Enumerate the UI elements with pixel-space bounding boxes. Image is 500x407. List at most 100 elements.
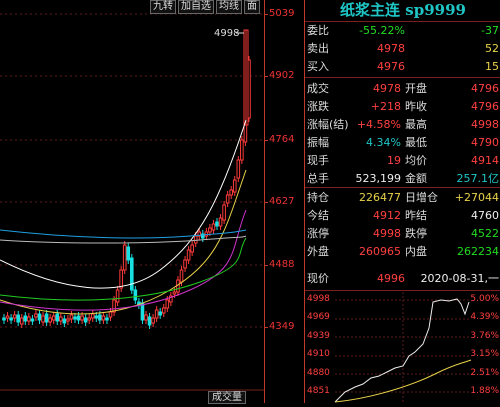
quote-value: +218 (370, 100, 401, 113)
candle (87, 317, 92, 321)
moving-average-line (0, 235, 247, 244)
candle (90, 313, 95, 319)
quote-label: 卖出 (307, 42, 329, 55)
candle (98, 314, 102, 321)
quote-value: 257.1亿 (456, 172, 500, 185)
mini-price-label: 4851 (307, 386, 330, 396)
quote-row: 今结 4912 昨结 4760 (305, 207, 500, 225)
candle (73, 316, 77, 320)
candle (154, 309, 159, 319)
quote-value: 4796 (471, 100, 499, 113)
quote-label: 昨结 (405, 209, 427, 222)
candle (5, 315, 10, 319)
y-tick-label: 5039 (269, 8, 295, 19)
quote-label: 涨停 (307, 227, 329, 240)
candle (48, 317, 52, 323)
quote-value: 226477 (359, 191, 401, 204)
mini-percent-label: 2.51% (470, 368, 499, 378)
add-watchlist-button[interactable]: 加自选 (178, 0, 214, 14)
mini-percent-label: 4.39% (470, 312, 499, 322)
quote-row: 涨停 4998 跌停 4522 (305, 225, 500, 243)
mini-price-label: 4998 (307, 294, 330, 304)
ma-button[interactable]: 均线 (216, 0, 242, 14)
candle (147, 316, 152, 326)
quote-value: 4978 (373, 82, 401, 95)
candle (144, 314, 148, 321)
candle (27, 316, 31, 322)
mini-price-label: 4969 (307, 312, 330, 322)
candle (190, 244, 194, 253)
quote-row: 涨幅(结) +4.58% 最高 4998 (305, 116, 500, 134)
candle (126, 246, 131, 261)
quote-label: 持仓 (307, 191, 329, 204)
candle (30, 318, 35, 322)
candle (19, 317, 24, 325)
quote-label: 内盘 (405, 245, 427, 258)
quote-date: 2020-08-31,一 (420, 272, 499, 285)
candle (55, 313, 60, 322)
candle (115, 289, 120, 303)
candle (59, 316, 63, 322)
quote-label: 委比 (307, 24, 329, 37)
quote-value: 4522 (471, 227, 499, 240)
quote-label: 最高 (405, 118, 427, 131)
candle (232, 179, 237, 193)
candle (165, 299, 170, 309)
candle (76, 315, 81, 321)
volume-label[interactable]: 成交量 (208, 391, 246, 404)
quote-value: 262234 (457, 245, 499, 258)
mini-price-label: 4939 (307, 331, 330, 341)
quote-row: 振幅 4.34% 最低 4790 (305, 134, 500, 152)
mini-percent-label: 5.00% (470, 294, 499, 304)
candle (9, 317, 13, 321)
quote-label: 跌停 (405, 227, 427, 240)
jiuzhuan-button[interactable]: 九转 (150, 0, 176, 14)
quote-value: 4998 (373, 227, 401, 240)
quote-value: 4976 (377, 60, 405, 73)
price-axis: 5039 4902 4764 4627 4488 4349 (264, 0, 305, 403)
candle (158, 311, 162, 316)
candle (222, 204, 226, 221)
candle (101, 315, 106, 321)
quote-row: 涨跌 +218 昨收 4796 (305, 98, 500, 116)
quote-row: 外盘 260965 内盘 262234 (305, 243, 500, 261)
candle (119, 269, 123, 289)
candle (44, 313, 49, 323)
quote-label: 今结 (307, 209, 329, 222)
quote-value: 4978 (377, 42, 405, 55)
candle (94, 315, 99, 319)
quote-panel: 纸浆主连 sp9999 委比 -55.22% -37 卖出 4978 52 买入 4976 15… (304, 0, 500, 403)
quote-value: 4796 (471, 82, 499, 95)
quote-value: 260965 (359, 245, 401, 258)
candle (225, 194, 230, 204)
candle (229, 189, 233, 196)
quote-label: 开盘 (405, 82, 427, 95)
quote-label: 日增仓 (405, 191, 438, 204)
candle (12, 314, 17, 319)
quote-value: 4.34% (366, 136, 401, 149)
intraday-mini-chart[interactable]: 4998 4969 4939 4910 4880 4851 5.00% 4.39% 3.76% 3… (305, 292, 500, 403)
kline-chart[interactable]: 4998 (0, 0, 264, 403)
quote-row: 买入 4976 15 (305, 58, 500, 76)
quote-row: 持仓 226477 日增仓 +27044 (305, 189, 500, 207)
candle (80, 315, 84, 321)
quote-value: 4914 (471, 154, 499, 167)
candle (130, 257, 134, 291)
candle (161, 307, 166, 314)
quote-value: +27044 (454, 191, 499, 204)
mini-percent-label: 1.88% (470, 386, 499, 396)
candle (183, 259, 187, 269)
quote-label: 成交 (307, 82, 329, 95)
quote-label: 金额 (405, 172, 427, 185)
mini-price-label: 4910 (307, 349, 330, 359)
quote-label: 昨收 (405, 100, 427, 113)
candle (211, 223, 216, 231)
quote-value: -55.22% (359, 24, 405, 37)
quote-label: 总手 (307, 172, 329, 185)
candle (66, 318, 70, 322)
current-price-row: 现价 4996 2020-08-31,一 (305, 270, 500, 288)
face-button[interactable]: 面 (244, 0, 260, 14)
quote-value: 4790 (471, 136, 499, 149)
candle (34, 313, 38, 318)
y-tick-label: 4349 (269, 321, 295, 332)
